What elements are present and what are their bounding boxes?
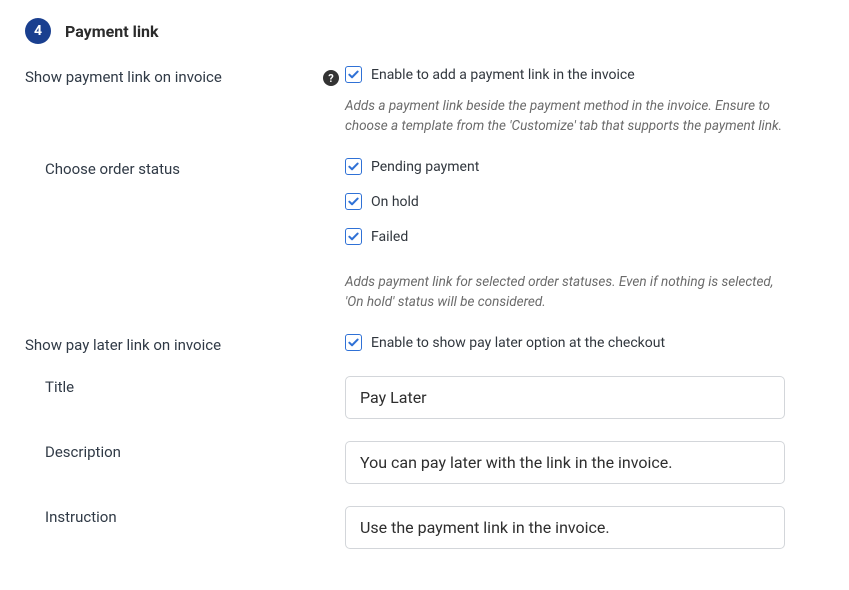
row-title: Title bbox=[25, 376, 829, 419]
checkbox-label: Pending payment bbox=[371, 159, 479, 175]
row-controls: Enable to show pay later option at the c… bbox=[345, 334, 785, 354]
help-text: Adds a payment link beside the payment m… bbox=[345, 97, 785, 136]
row-instruction: Instruction bbox=[25, 506, 829, 549]
checkbox-enable-payment-link[interactable] bbox=[345, 66, 362, 83]
row-label: Instruction bbox=[25, 506, 345, 549]
row-label: Show pay later link on invoice bbox=[25, 334, 345, 354]
checkbox-label: Enable to add a payment link in the invo… bbox=[371, 67, 635, 83]
row-controls: Enable to add a payment link in the invo… bbox=[345, 66, 785, 136]
row-controls: Pending payment On hold Failed Adds paym… bbox=[345, 158, 785, 312]
help-text: Adds payment link for selected order sta… bbox=[345, 273, 785, 312]
checkbox-line-failed: Failed bbox=[345, 228, 785, 245]
step-number-badge: 4 bbox=[25, 18, 51, 44]
checkbox-label: Enable to show pay later option at the c… bbox=[371, 335, 665, 351]
checkbox-label: Failed bbox=[371, 229, 408, 245]
label-text: Title bbox=[25, 378, 74, 396]
row-label: Description bbox=[25, 441, 345, 484]
row-order-status: Choose order status Pending payment On h… bbox=[25, 158, 829, 312]
description-input[interactable] bbox=[345, 441, 785, 484]
row-controls bbox=[345, 441, 785, 484]
row-pay-later: Show pay later link on invoice Enable to… bbox=[25, 334, 829, 354]
checkbox-status-failed[interactable] bbox=[345, 228, 362, 245]
row-label: Title bbox=[25, 376, 345, 419]
row-controls bbox=[345, 506, 785, 549]
row-controls bbox=[345, 376, 785, 419]
section-header: 4 Payment link bbox=[25, 18, 829, 44]
checkbox-line-enable-link: Enable to add a payment link in the invo… bbox=[345, 66, 785, 83]
title-input[interactable] bbox=[345, 376, 785, 419]
row-label: Show payment link on invoice ? bbox=[25, 66, 345, 136]
label-text: Show payment link on invoice bbox=[25, 68, 222, 86]
row-show-payment-link: Show payment link on invoice ? Enable to… bbox=[25, 66, 829, 136]
checkbox-line-on-hold: On hold bbox=[345, 193, 785, 210]
instruction-input[interactable] bbox=[345, 506, 785, 549]
checkbox-enable-pay-later[interactable] bbox=[345, 334, 362, 351]
row-description: Description bbox=[25, 441, 829, 484]
label-text: Choose order status bbox=[25, 160, 180, 178]
row-label: Choose order status bbox=[25, 158, 345, 312]
label-text: Instruction bbox=[25, 508, 117, 526]
help-icon[interactable]: ? bbox=[323, 70, 339, 86]
checkbox-line-pay-later: Enable to show pay later option at the c… bbox=[345, 334, 785, 351]
checkbox-line-pending: Pending payment bbox=[345, 158, 785, 175]
checkbox-label: On hold bbox=[371, 194, 419, 210]
section-title: Payment link bbox=[65, 22, 159, 41]
checkbox-status-pending[interactable] bbox=[345, 158, 362, 175]
checkbox-status-on-hold[interactable] bbox=[345, 193, 362, 210]
label-text: Show pay later link on invoice bbox=[25, 336, 221, 354]
label-text: Description bbox=[25, 443, 121, 461]
